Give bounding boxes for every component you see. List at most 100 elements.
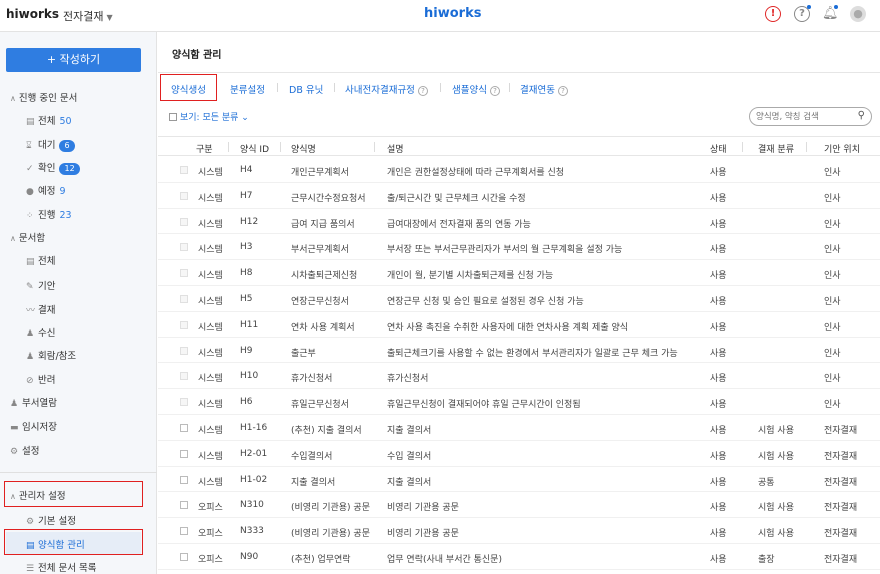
- count-badge: 6: [59, 140, 75, 152]
- help-icon[interactable]: ?: [489, 86, 500, 96]
- cell-form-name[interactable]: 휴일근무신청서: [291, 397, 349, 410]
- brand-title[interactable]: hiworks: [424, 6, 481, 21]
- tab-sample-forms[interactable]: 샘플양식?: [452, 82, 500, 96]
- table-row[interactable]: 시스템 H11 연차 사용 계획서 연차 사용 촉진을 수취한 사용자에 대한 연차사…: [158, 312, 880, 338]
- cell-form-name[interactable]: 출근부: [291, 346, 316, 359]
- user-icon: ♟: [26, 329, 35, 339]
- tab-approval-integration[interactable]: 결재연동?: [520, 82, 568, 96]
- table-row[interactable]: 시스템 H1-02 지출 결의서 지출 결의서 사용 공통 전자결재: [158, 467, 880, 493]
- cell-form-name[interactable]: 지출 결의서: [291, 475, 335, 488]
- table-row[interactable]: 시스템 H9 출근부 출퇴근체크기를 사용할 수 없는 환경에서 부서관리자가 일괄로…: [158, 338, 880, 364]
- cell-form-name[interactable]: (비영리 기관용) 공문: [291, 500, 370, 513]
- cell-form-name[interactable]: (추천) 업무연락: [291, 552, 351, 565]
- cell-form-name[interactable]: 연차 사용 계획서: [291, 320, 355, 333]
- table-row[interactable]: 시스템 H6 휴일근무신청서 휴일근무신청이 결재되어야 휴일 근무시간이 인정됨 사용…: [158, 389, 880, 415]
- cell-form-name[interactable]: 휴가신청서: [291, 371, 332, 384]
- count: 50: [59, 116, 72, 127]
- hiworks-logo[interactable]: hiworks: [6, 7, 59, 21]
- help-icon[interactable]: ?: [557, 86, 568, 96]
- cell-description: 연차 사용 촉진을 수취한 사용자에 대한 연차사용 계획 제출 양식: [387, 322, 629, 333]
- table-row[interactable]: 시스템 H12 급여 지급 품의서 급여대장에서 전자결재 품의 연동 가능 사용 인사: [158, 209, 880, 235]
- table-row[interactable]: 시스템 H4 개인근무계획서 개인은 권한설정상태에 따라 근무계획서를 신청 사용 인사: [158, 157, 880, 183]
- cell-form-id: H6: [240, 397, 253, 408]
- row-checkbox[interactable]: [180, 424, 188, 432]
- table-row[interactable]: 시스템 H1-16 (추천) 지출 결의서 지출 결의서 사용 시험 사용 전자결재: [158, 415, 880, 441]
- bell-notice-dot: [834, 5, 838, 9]
- tab-approval-rules[interactable]: 사내전자결재규정?: [345, 82, 428, 96]
- column-header-category[interactable]: 결재 분류: [758, 142, 794, 155]
- sidebar-item-all[interactable]: ▤ 전체 50: [26, 113, 72, 127]
- table-row[interactable]: 시스템 H10 휴가신청서 휴가신청서 사용 인사: [158, 363, 880, 390]
- cell-description: 업무 연락(사내 부서간 통신문): [387, 555, 502, 565]
- table-row[interactable]: 오피스 N333 (비영리 기관용) 공문 비영리 기관용 공문 사용 시험 사용 전자결재: [158, 518, 880, 544]
- sidebar-item-settings[interactable]: ⚙ 설정: [10, 443, 39, 457]
- tab-db-unit[interactable]: DB 유닛: [289, 82, 323, 96]
- cell-form-name[interactable]: (추천) 지출 결의서: [291, 423, 362, 436]
- alert-icon[interactable]: !: [765, 6, 781, 22]
- cell-form-name[interactable]: 개인근무계획서: [291, 165, 349, 178]
- cell-form-name[interactable]: 근무시간수정요청서: [291, 191, 366, 204]
- cell-status: 사용: [710, 348, 727, 359]
- sidebar-item-all-docs[interactable]: ☰ 전체 문서 목록: [26, 560, 96, 574]
- column-header-description[interactable]: 설명: [387, 142, 404, 155]
- search-input[interactable]: [756, 108, 856, 125]
- cell-form-name[interactable]: 수입결의서: [291, 449, 332, 462]
- column-header-location[interactable]: 기안 위치: [824, 142, 860, 155]
- sidebar-item-rejected[interactable]: ⊘ 반려: [26, 372, 55, 386]
- help-icon[interactable]: ?: [417, 86, 428, 96]
- view-filter[interactable]: 보기: 모든 분류 ⌄: [169, 110, 249, 123]
- cell-form-id: H12: [240, 216, 259, 227]
- cell-form-name[interactable]: (비영리 기관용) 공문: [291, 526, 370, 539]
- table-row[interactable]: 오피스 N310 (비영리 기관용) 공문 비영리 기관용 공문 사용 시험 사용 전자결재: [158, 492, 880, 519]
- section-docbox[interactable]: ∧ 문서함: [10, 230, 45, 244]
- cell-form-id: H8: [240, 268, 253, 279]
- section-in-progress[interactable]: ∧ 진행 중인 문서: [10, 90, 77, 104]
- cell-form-name[interactable]: 연장근무신청서: [291, 294, 349, 307]
- search-icon[interactable]: ⚲: [858, 110, 865, 121]
- sidebar-item-received[interactable]: ♟ 수신: [26, 325, 55, 339]
- sidebar-item-approval[interactable]: 〰 결재: [26, 302, 55, 316]
- row-checkbox[interactable]: [180, 553, 188, 561]
- sidebar-item-circulation[interactable]: ♟ 회람/참조: [26, 348, 76, 362]
- cell-form-id: N90: [240, 552, 259, 562]
- row-checkbox[interactable]: [180, 475, 188, 484]
- table-row[interactable]: 오피스 N90 (추천) 업무연락 업무 연락(사내 부서간 통신문) 사용 출장 전자결재: [158, 544, 880, 570]
- row-checkbox[interactable]: [180, 501, 188, 510]
- table-row[interactable]: 시스템 H7 근무시간수정요청서 출/퇴근시간 및 근무체크 시간을 수정 사용 인사: [158, 183, 880, 209]
- sidebar-item-label: 진행: [38, 210, 56, 221]
- row-checkbox: [180, 243, 188, 252]
- sidebar-item-temp-save[interactable]: ▬ 임시저장: [10, 419, 57, 433]
- cell-form-name[interactable]: 부서근무계획서: [291, 242, 349, 255]
- checkbox[interactable]: [169, 113, 177, 121]
- column-header-type[interactable]: 구분: [196, 142, 213, 155]
- app-selector[interactable]: 전자결재 ▼: [63, 8, 113, 24]
- sidebar-item-scheduled[interactable]: ● 예정 9: [26, 183, 66, 197]
- table-row[interactable]: 시스템 H5 연장근무신청서 연장근무 신청 및 승인 필요로 설정된 경우 신청 가…: [158, 286, 880, 312]
- column-header-status[interactable]: 상태: [710, 142, 727, 155]
- write-button[interactable]: + 작성하기: [6, 48, 141, 72]
- avatar-icon[interactable]: ●: [850, 6, 866, 22]
- gear-icon: ⚙: [26, 517, 35, 527]
- tab-category-settings[interactable]: 분류설정: [230, 82, 265, 96]
- table-row[interactable]: 시스템 H2-01 수입결의서 수입 결의서 사용 시험 사용 전자결재: [158, 441, 880, 467]
- cell-form-name[interactable]: 시차출퇴근제신청: [291, 268, 357, 281]
- sidebar-item-dept-view[interactable]: ♟ 부서열람: [10, 395, 57, 409]
- cell-location: 인사: [824, 245, 841, 256]
- sidebar-item-basic-settings[interactable]: ⚙ 기본 설정: [26, 513, 76, 527]
- column-header-form-id[interactable]: 양식 ID: [240, 142, 269, 155]
- table-row[interactable]: 시스템 H8 시차출퇴근제신청 개인이 월, 분기별 시차출퇴근제를 신청 가능 사용 인…: [158, 260, 880, 286]
- table-row[interactable]: 시스템 H3 부서근무계획서 부서장 또는 부서근무관리자가 부서의 월 근무계획을 …: [158, 234, 880, 261]
- row-checkbox[interactable]: [180, 449, 188, 458]
- tab-label: 사내전자결재규정: [345, 85, 415, 96]
- row-checkbox[interactable]: [180, 527, 188, 536]
- sidebar-item-confirm[interactable]: ✓ 확인 12: [26, 160, 80, 175]
- column-header-form-name[interactable]: 양식명: [291, 142, 316, 155]
- sidebar-item-doc-all[interactable]: ▤ 전체: [26, 253, 55, 267]
- sidebar-item-draft[interactable]: ✎ 기안: [26, 278, 55, 292]
- sidebar-item-waiting[interactable]: ⌛︎ 대기 6: [26, 137, 75, 152]
- cell-form-name[interactable]: 급여 지급 품의서: [291, 217, 355, 230]
- sidebar-item-progress[interactable]: ⁘ 진행 23: [26, 207, 72, 221]
- sidebar-item-label: 전체: [38, 116, 56, 127]
- cell-location: 인사: [824, 400, 841, 411]
- column-divider: [374, 142, 375, 152]
